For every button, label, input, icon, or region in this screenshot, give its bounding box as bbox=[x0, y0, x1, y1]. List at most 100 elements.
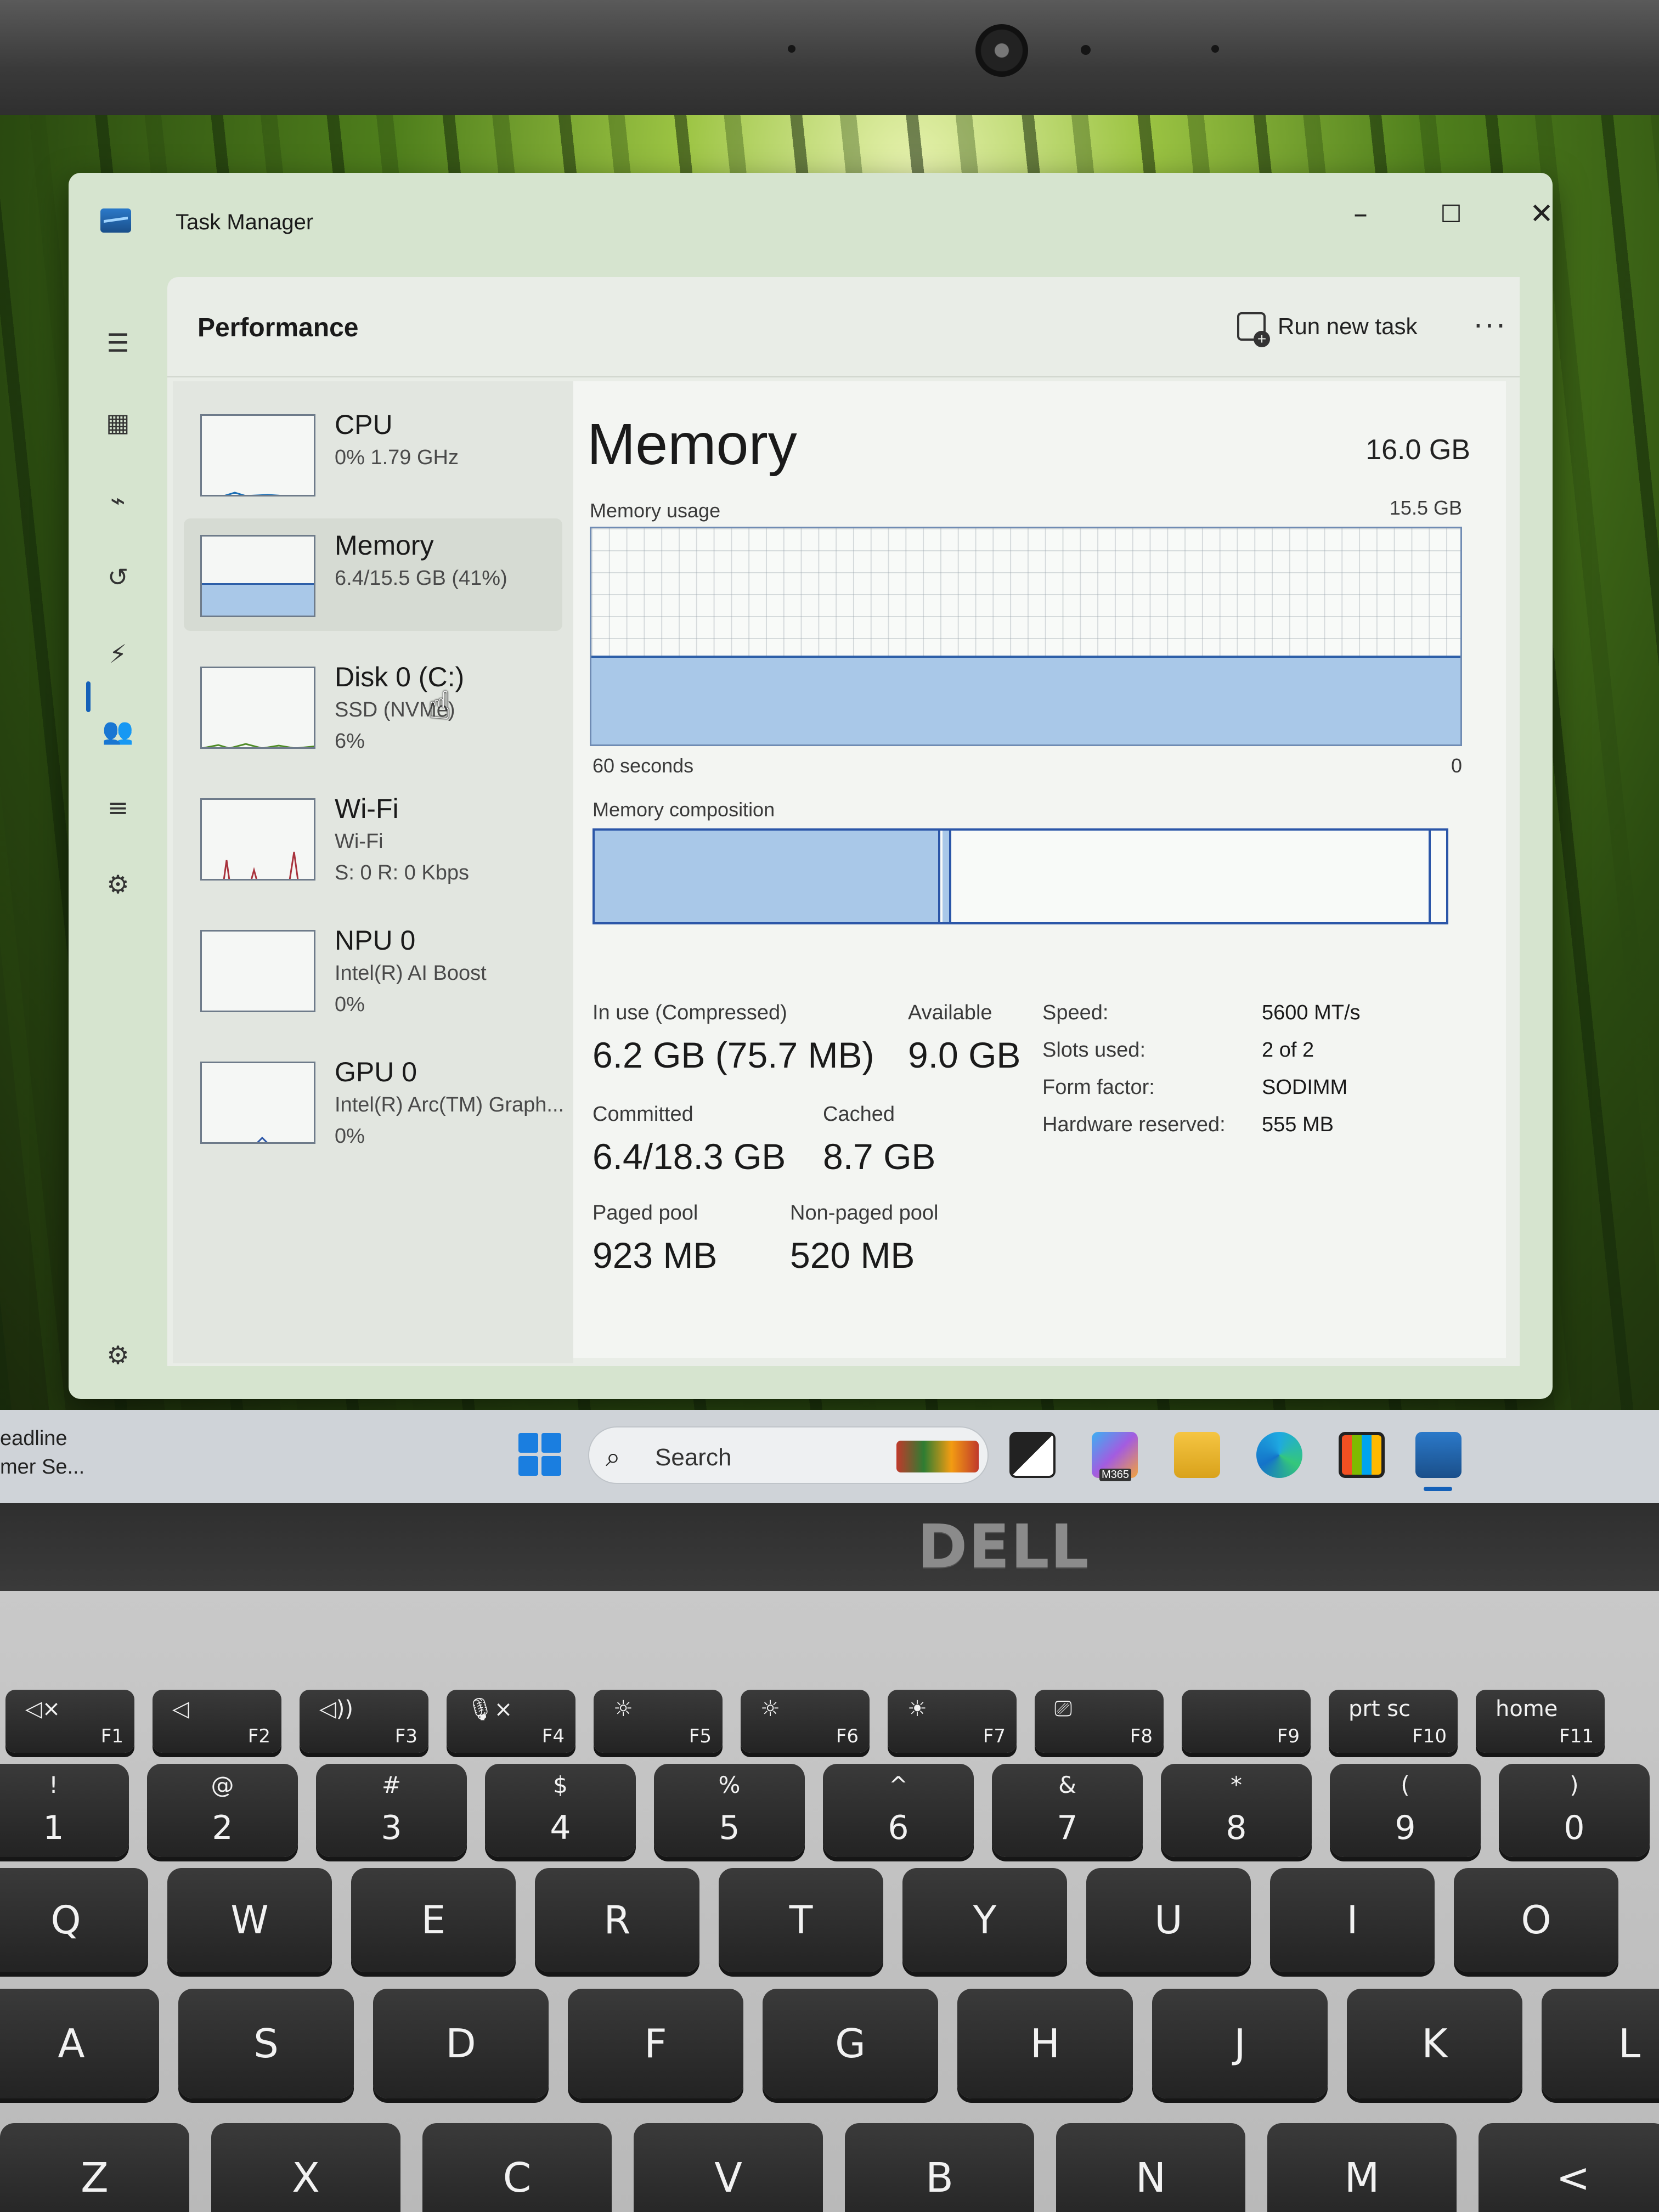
device-detail: 0% bbox=[335, 993, 365, 1016]
available-value: 9.0 GB bbox=[908, 1035, 1021, 1075]
memory-usage-fill bbox=[591, 656, 1460, 744]
memory-total: 16.0 GB bbox=[1365, 434, 1470, 466]
composition-free[interactable] bbox=[1433, 831, 1446, 922]
key-label: F3 bbox=[394, 1725, 417, 1747]
key-k: K bbox=[1347, 1989, 1522, 2098]
dell-logo: DELL bbox=[917, 1511, 1090, 1582]
device-item-npu[interactable]: NPU 0 Intel(R) AI Boost 0% bbox=[184, 913, 562, 1026]
composition-modified[interactable] bbox=[943, 831, 951, 922]
device-name: CPU bbox=[335, 409, 393, 440]
key-label: F11 bbox=[1559, 1725, 1594, 1747]
available-label: Available bbox=[908, 1001, 992, 1024]
key-shift-label: ! bbox=[49, 1771, 58, 1798]
title-bar[interactable]: Task Manager – ☐ ✕ bbox=[69, 173, 1553, 277]
key-0: ) 0 bbox=[1499, 1764, 1650, 1857]
key-f10: prt sc F10 bbox=[1329, 1690, 1458, 1753]
memory-thumbnail-graph bbox=[200, 535, 315, 617]
device-detail: Intel(R) AI Boost bbox=[335, 962, 487, 985]
services-icon[interactable]: ⚙ bbox=[101, 868, 134, 901]
microsoft-store-icon[interactable] bbox=[1339, 1432, 1385, 1478]
composition-standby[interactable] bbox=[953, 831, 1431, 922]
key-comma: < bbox=[1479, 2123, 1659, 2212]
spec-label: Hardware reserved: bbox=[1042, 1113, 1226, 1136]
key-w: W bbox=[167, 1868, 332, 1972]
active-app-indicator bbox=[1424, 1487, 1452, 1491]
key-shift-label: * bbox=[1231, 1771, 1242, 1798]
webcam bbox=[975, 24, 1028, 77]
search-icon: ⌕ bbox=[606, 1442, 620, 1472]
key-label: 0 bbox=[1564, 1809, 1585, 1847]
device-item-disk[interactable]: Disk 0 (C:) SSD (NVMe) 6% bbox=[184, 650, 562, 763]
key-icon: prt sc bbox=[1348, 1696, 1411, 1722]
performance-icon[interactable]: ⌁ bbox=[101, 484, 134, 517]
device-item-cpu[interactable]: CPU 0% 1.79 GHz bbox=[184, 398, 562, 510]
spec-value: 555 MB bbox=[1262, 1113, 1334, 1136]
header-divider bbox=[167, 376, 1520, 377]
key-f7: ☀ F7 bbox=[888, 1690, 1017, 1753]
device-item-memory[interactable]: Memory 6.4/15.5 GB (41%) bbox=[184, 518, 562, 631]
composition-in-use[interactable] bbox=[595, 831, 940, 922]
key-label: 7 bbox=[1057, 1809, 1078, 1847]
key-f8: ⎚ F8 bbox=[1035, 1690, 1164, 1753]
details-icon[interactable]: ≡ bbox=[101, 791, 134, 824]
maximize-button[interactable]: ☐ bbox=[1415, 184, 1487, 244]
key-shift-label: ^ bbox=[888, 1771, 909, 1798]
key-icon: ◁× bbox=[25, 1696, 61, 1722]
edge-browser-icon[interactable] bbox=[1256, 1432, 1302, 1478]
key-8: * 8 bbox=[1161, 1764, 1312, 1857]
spec-value: SODIMM bbox=[1262, 1076, 1348, 1099]
settings-icon[interactable]: ⚙ bbox=[101, 1339, 134, 1372]
performance-page: Performance Run new task ··· CPU 0% 1.79… bbox=[167, 277, 1520, 1366]
active-indicator bbox=[86, 681, 91, 712]
device-item-gpu[interactable]: GPU 0 Intel(R) Arc(TM) Graph... 0% bbox=[184, 1045, 564, 1158]
app-history-icon[interactable]: ↺ bbox=[101, 561, 134, 594]
minimize-button[interactable]: – bbox=[1325, 184, 1396, 244]
startup-icon[interactable]: ⚡ bbox=[101, 637, 134, 670]
hand-cursor-icon: ☝ bbox=[428, 683, 452, 728]
laptop-hinge bbox=[0, 1503, 1659, 1591]
key-icon: ◁ bbox=[172, 1696, 189, 1722]
close-button[interactable]: ✕ bbox=[1506, 184, 1553, 244]
users-icon[interactable]: 👥 bbox=[101, 714, 134, 747]
more-options-button[interactable]: ··· bbox=[1473, 306, 1507, 341]
key-label: 1 bbox=[43, 1809, 64, 1847]
key-n: N bbox=[1056, 2123, 1245, 2212]
m365-copilot-icon[interactable]: M365 bbox=[1092, 1432, 1138, 1481]
key-u: U bbox=[1086, 1868, 1251, 1972]
processes-icon[interactable]: ▦ bbox=[101, 406, 134, 439]
key-m: M bbox=[1267, 2123, 1457, 2212]
spec-value: 2 of 2 bbox=[1262, 1039, 1314, 1062]
key-label: 4 bbox=[550, 1809, 571, 1847]
key-label: 8 bbox=[1226, 1809, 1247, 1847]
search-highlight-icon bbox=[896, 1441, 979, 1472]
device-item-wifi[interactable]: Wi-Fi Wi-Fi S: 0 R: 0 Kbps bbox=[184, 782, 562, 894]
committed-label: Committed bbox=[592, 1103, 693, 1126]
key-d: D bbox=[373, 1989, 549, 2098]
device-detail: Wi-Fi bbox=[335, 830, 383, 853]
key-label: F6 bbox=[836, 1725, 859, 1747]
key-label: 5 bbox=[719, 1809, 740, 1847]
menu-icon[interactable]: ☰ bbox=[101, 326, 134, 359]
key-f9: F9 bbox=[1182, 1690, 1311, 1753]
paged-pool-label: Paged pool bbox=[592, 1201, 698, 1224]
run-new-task-button[interactable]: Run new task bbox=[1237, 307, 1417, 347]
key-j: J bbox=[1152, 1989, 1328, 2098]
non-paged-pool-value: 520 MB bbox=[790, 1235, 915, 1276]
file-explorer-icon[interactable] bbox=[1174, 1432, 1220, 1478]
paged-pool-value: 923 MB bbox=[592, 1235, 718, 1276]
new-task-icon bbox=[1237, 312, 1270, 347]
spec-value: 5600 MT/s bbox=[1262, 1001, 1361, 1024]
news-widget[interactable]: eadline mer Se... bbox=[0, 1424, 84, 1481]
key-label: 2 bbox=[212, 1809, 233, 1847]
task-manager-taskbar-icon[interactable] bbox=[1415, 1432, 1462, 1478]
sensor-dot bbox=[1211, 45, 1219, 53]
key-4: $4 bbox=[485, 1764, 636, 1857]
task-view-icon[interactable] bbox=[1009, 1432, 1056, 1478]
performance-icon[interactable] bbox=[101, 680, 134, 713]
taskbar-search-box[interactable]: ⌕ Search bbox=[588, 1426, 989, 1484]
windows-start-icon[interactable] bbox=[518, 1433, 561, 1476]
page-title: Performance bbox=[198, 313, 359, 342]
key-6: ^ 6 bbox=[823, 1764, 974, 1857]
key-f4: 🎙× F4 bbox=[447, 1690, 575, 1753]
key-g: G bbox=[763, 1989, 938, 2098]
